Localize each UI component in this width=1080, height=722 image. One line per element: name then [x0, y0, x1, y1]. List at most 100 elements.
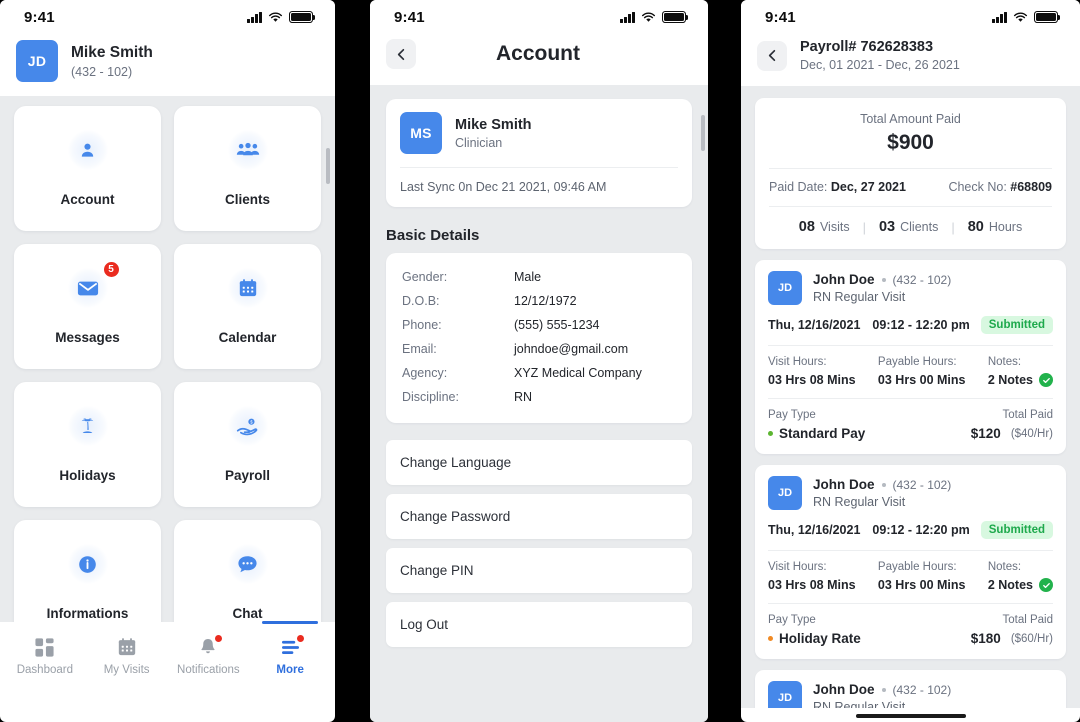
people-group-icon	[227, 130, 268, 170]
notes-label: Notes:	[987, 561, 1022, 573]
profile-row: MS Mike Smith Clinician	[400, 112, 678, 167]
visit-hours-value: 03 Hrs 08 Mins	[768, 373, 856, 387]
tab-notifications[interactable]: Notifications	[168, 630, 250, 676]
tile-clients[interactable]: Clients	[174, 106, 321, 231]
visit-client-code: (432 - 102)	[892, 272, 952, 287]
visit-date: Thu, 12/16/2021	[768, 318, 861, 332]
profile-name: Mike Smith	[455, 116, 532, 133]
visit-time: 09:12 - 12:20 pm	[872, 523, 970, 537]
cellular-signal-icon	[247, 11, 262, 23]
tile-label: Messages	[55, 330, 120, 345]
action-change-language[interactable]: Change Language	[386, 440, 692, 485]
visit-hours-col: Visit Hours: 03 Hrs 08 Mins	[768, 356, 878, 387]
action-change-pin[interactable]: Change PIN	[386, 548, 692, 593]
status-time: 9:41	[765, 8, 796, 26]
tab-my-visits[interactable]: My Visits	[86, 630, 168, 676]
detail-row: Agency: XYZ Medical Company	[402, 361, 676, 385]
detail-value: johndoe@gmail.com	[514, 342, 629, 356]
total-amount-value: $900	[887, 131, 934, 154]
user-code: (432 - 102)	[71, 65, 133, 80]
separator-dot-icon	[881, 277, 886, 282]
bell-icon	[197, 634, 224, 658]
check-circle-icon	[1039, 373, 1053, 387]
tile-label: Clients	[224, 192, 270, 207]
notification-dot	[296, 634, 306, 643]
tile-label: Informations	[46, 606, 129, 621]
visit-client-name: John Doe	[813, 477, 875, 492]
pay-type-col: Pay Type Holiday Rate	[768, 614, 861, 646]
tab-more[interactable]: More	[249, 621, 331, 676]
check-no-value: #68809	[1010, 180, 1052, 194]
scrollbar-thumb[interactable]	[701, 115, 705, 151]
total-paid-value: $120	[970, 426, 1001, 441]
total-paid-col: Total Paid $180 ($60/Hr)	[971, 614, 1053, 646]
stat-value: 03	[878, 219, 896, 235]
tile-payroll[interactable]: $ Payroll	[174, 382, 321, 507]
visit-type: RN Regular Visit	[813, 700, 906, 708]
cellular-signal-icon	[620, 11, 635, 23]
status-icons	[992, 11, 1061, 23]
detail-key: Discipline:	[402, 390, 459, 404]
visit-card[interactable]: JD John Doe (432 - 102) RN Regular Visit…	[755, 260, 1066, 454]
visit-hours-label: Visit Hours:	[768, 356, 827, 368]
pay-type-value: Standard Pay	[779, 426, 866, 441]
unread-badge: 5	[102, 261, 120, 278]
wifi-icon	[268, 11, 283, 23]
profile-role: Clinician	[455, 135, 503, 150]
section-title: Basic Details	[386, 227, 480, 244]
notes-col: Notes: 2 Notes	[988, 561, 1053, 592]
pay-type-label: Pay Type	[768, 409, 816, 421]
tile-account[interactable]: Account	[14, 106, 161, 231]
status-icons	[620, 11, 689, 23]
detail-value: Male	[514, 270, 542, 284]
cellular-signal-icon	[992, 11, 1007, 23]
stat-value: 80	[967, 219, 984, 235]
action-log-out[interactable]: Log Out	[386, 602, 692, 647]
tile-holidays[interactable]: Holidays	[14, 382, 161, 507]
back-button[interactable]	[757, 40, 787, 71]
tile-grid: Account Clients 5 Messages Calendar Holidays $…	[14, 106, 321, 645]
detail-key: Agency:	[402, 366, 448, 380]
visit-card[interactable]: JD John Doe (432 - 102) RN Regular Visit…	[755, 465, 1066, 659]
pay-type-value-row: Holiday Rate	[768, 631, 861, 646]
pay-type-dot-icon	[768, 431, 773, 436]
tab-dashboard[interactable]: Dashboard	[4, 630, 86, 676]
tile-calendar[interactable]: Calendar	[174, 244, 321, 369]
total-paid-value-row: $120 ($40/Hr)	[971, 426, 1053, 441]
action-change-password[interactable]: Change Password	[386, 494, 692, 539]
detail-row: Gender: Male	[402, 265, 676, 289]
tab-label: Notifications	[177, 664, 240, 676]
detail-key: D.O.B:	[402, 294, 440, 308]
status-bar-3: 9:41	[741, 0, 1080, 34]
total-paid-label: Total Paid	[1002, 409, 1053, 421]
visit-card[interactable]: JD John Doe (432 - 102) RN Regular Visit…	[755, 670, 1066, 708]
scrollbar-thumb[interactable]	[326, 148, 330, 184]
tile-label: Payroll	[224, 468, 271, 483]
visit-hours-value: 03 Hrs 08 Mins	[768, 578, 856, 592]
detail-value: 12/12/1972	[514, 294, 577, 308]
visit-client-code: (432 - 102)	[892, 477, 952, 492]
paid-date-value: Dec, 27 2021	[830, 180, 906, 194]
status-badge: Submitted	[980, 521, 1053, 539]
notes-value: 2 Notes	[987, 578, 1033, 592]
payroll-number: Payroll# 762628383	[800, 39, 934, 55]
separator-dot-icon	[881, 687, 886, 692]
basic-details-card: Gender: Male D.O.B: 12/12/1972 Phone: (555) 5…	[386, 253, 692, 423]
bottom-tab-bar: Dashboard My Visits Notifications More	[0, 621, 335, 684]
tile-messages[interactable]: 5 Messages	[14, 244, 161, 369]
chevron-left-icon	[768, 49, 775, 62]
back-button[interactable]	[386, 39, 416, 69]
status-bar-2: 9:41	[370, 0, 708, 34]
visit-client-name: John Doe	[813, 272, 875, 287]
user-header: JD Mike Smith (432 - 102)	[0, 34, 335, 96]
more-lines-icon	[279, 634, 306, 658]
phone-panel-payroll: 9:41 Payroll# 762628383 Dec, 01 2021 - D…	[741, 0, 1080, 722]
avatar: JD	[16, 40, 58, 82]
avatar: JD	[768, 271, 802, 305]
profile-card: MS Mike Smith Clinician Last Sync 0n Dec…	[386, 99, 692, 207]
check-no: Check No: #68809	[948, 180, 1052, 194]
stat-label: Hours	[988, 220, 1023, 234]
visit-client-row: JD John Doe (432 - 102) RN Regular Visit	[768, 271, 1053, 316]
status-time: 9:41	[24, 8, 55, 26]
tile-label: Account	[60, 192, 115, 207]
